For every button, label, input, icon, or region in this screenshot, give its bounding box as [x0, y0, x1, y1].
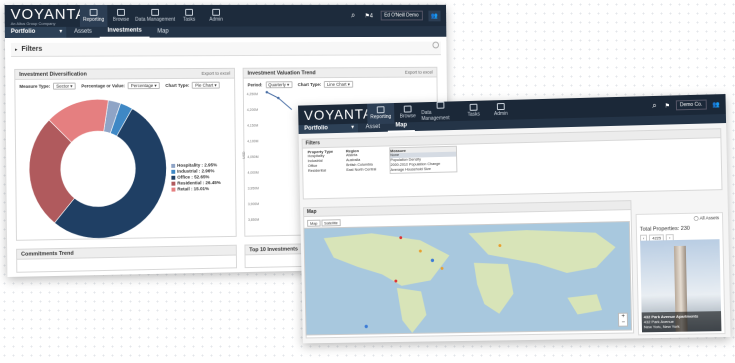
- y-tick: 4,050M: [247, 155, 258, 159]
- tab-assets[interactable]: Assets: [66, 27, 100, 38]
- region-filter[interactable]: Region Atlanta Australia British Columbia E…: [346, 148, 377, 173]
- pv-select[interactable]: Percentage ▾: [128, 82, 160, 89]
- commitments-panel: Commitments Trend: [16, 245, 237, 273]
- measure-select[interactable]: Sector ▾: [53, 82, 75, 89]
- y-tick: 4,000M: [248, 171, 259, 175]
- map-type-satellite[interactable]: Satellite: [321, 219, 341, 226]
- tasks-icon: [470, 104, 478, 111]
- chart-legend: Hospitality : 2.95% Industrial : 2.96% O…: [171, 162, 221, 192]
- tasks-icon: [185, 9, 193, 16]
- nav-data-management[interactable]: Data Management: [421, 100, 460, 123]
- reporting-icon: [90, 9, 98, 16]
- tab-map[interactable]: Map: [388, 121, 415, 133]
- map-marker[interactable]: ●: [418, 248, 422, 255]
- tab-map[interactable]: Map: [149, 27, 176, 38]
- map-title: Map: [304, 201, 631, 217]
- chart-type-select[interactable]: Line Chart ▾: [324, 80, 353, 87]
- measure-filter[interactable]: Measure None Population Density 2000-2010 …: [389, 146, 457, 174]
- y-tick: 3,900M: [248, 202, 259, 206]
- pv-label: Percentage or Value:: [81, 83, 125, 88]
- cloud-icon: [151, 9, 159, 16]
- browse-icon: [117, 9, 125, 16]
- nav-admin[interactable]: Admin: [203, 5, 230, 27]
- user-selector[interactable]: Ed O'Neill Demo: [380, 11, 422, 21]
- notifications-icon[interactable]: ⚑: [665, 102, 670, 109]
- browse-icon: [404, 105, 412, 112]
- chart-type-label: Chart Type:: [298, 82, 321, 87]
- tab-investments[interactable]: Investments: [100, 26, 150, 39]
- diversification-title: Investment Diversification: [19, 72, 87, 78]
- measure-label: Measure Type:: [19, 83, 50, 88]
- wrench-icon: [497, 103, 505, 110]
- map-type-map[interactable]: Map: [307, 220, 320, 227]
- notifications-icon[interactable]: ⚑4: [365, 12, 373, 19]
- map-marker[interactable]: ●: [440, 265, 444, 272]
- nav-browse[interactable]: Browse: [107, 5, 135, 27]
- app-logo: VOYANTA An Altus Group Company: [11, 6, 80, 25]
- y-tick: 3,850M: [248, 218, 259, 222]
- nav-tasks[interactable]: Tasks: [175, 5, 202, 27]
- map-marker[interactable]: ●: [430, 256, 435, 265]
- map-marker[interactable]: ●: [394, 278, 398, 285]
- y-tick: 4,100M: [247, 139, 258, 143]
- user-selector[interactable]: Demo Co.: [676, 100, 707, 111]
- filters-bar[interactable]: ▸ Filters: [11, 42, 441, 57]
- nav-data-management[interactable]: Data Management: [135, 5, 176, 27]
- export-excel-link[interactable]: Export to excel: [405, 68, 433, 78]
- sector-donut-chart: [23, 94, 172, 245]
- sub-nav: Portfolio Assets Investments Map: [5, 26, 447, 38]
- y-tick: 4,150M: [247, 124, 258, 128]
- map-marker[interactable]: ●: [364, 322, 369, 331]
- property-side-panel: ◯ All Assets Total Properties: 230 ‹ 4225…: [636, 212, 726, 335]
- cloud-icon: [437, 102, 445, 109]
- reporting-icon: [377, 106, 385, 113]
- app-logo: VOYANTA: [304, 107, 368, 122]
- map-marker[interactable]: ●: [498, 242, 502, 249]
- user-avatar[interactable]: 👥: [428, 10, 441, 21]
- user-avatar[interactable]: 👥: [712, 101, 720, 108]
- search-icon[interactable]: ⌕: [652, 101, 657, 111]
- world-map[interactable]: ● ● ● ● ● ● ● + −: [303, 221, 632, 335]
- filters-panel: Filters Property Type Hospitality Industr…: [302, 128, 723, 199]
- property-photo: 432 Park Avenue Apartments 432 Park Aven…: [640, 239, 721, 332]
- property-type-filter[interactable]: Property Type Hospitality Industrial Offic…: [308, 149, 334, 174]
- commitments-title: Commitments Trend: [17, 246, 236, 260]
- wrench-icon: [212, 9, 220, 16]
- top-bar: VOYANTA An Altus Group Company Reporting…: [5, 5, 447, 27]
- nav-admin[interactable]: Admin: [487, 99, 515, 121]
- nav-tasks[interactable]: Tasks: [460, 100, 488, 122]
- y-tick: 4,200M: [247, 108, 258, 112]
- y-axis-label: USD: [242, 152, 246, 159]
- nav-browse[interactable]: Browse: [394, 101, 421, 123]
- period-select[interactable]: Quarterly ▾: [265, 81, 292, 88]
- map-window: VOYANTA Reporting Browse Data Management…: [298, 94, 730, 343]
- chart-type-select[interactable]: Pie Chart ▾: [192, 81, 219, 88]
- chart-type-label: Chart Type:: [165, 82, 189, 87]
- diversification-panel: Investment Diversification Export to exce…: [14, 68, 236, 241]
- search-icon[interactable]: ⌕: [351, 11, 355, 21]
- settings-icon[interactable]: [432, 42, 439, 49]
- map-marker[interactable]: ●: [399, 235, 403, 242]
- portfolio-dropdown[interactable]: Portfolio: [5, 27, 66, 38]
- tab-asset[interactable]: Asset: [358, 123, 388, 133]
- y-tick: 3,950M: [248, 186, 259, 190]
- export-excel-link[interactable]: Export to excel: [201, 69, 230, 79]
- zoom-control[interactable]: + −: [618, 313, 628, 327]
- portfolio-dropdown[interactable]: Portfolio: [298, 124, 358, 134]
- period-label: Period:: [248, 82, 263, 87]
- valuation-title: Investment Valuation Trend: [247, 70, 315, 76]
- legend-item: Retail : 15.01%: [171, 186, 220, 193]
- nav-reporting[interactable]: Reporting: [80, 5, 108, 27]
- property-city: New York, New York: [644, 324, 680, 330]
- y-tick: 4,250M: [247, 92, 258, 96]
